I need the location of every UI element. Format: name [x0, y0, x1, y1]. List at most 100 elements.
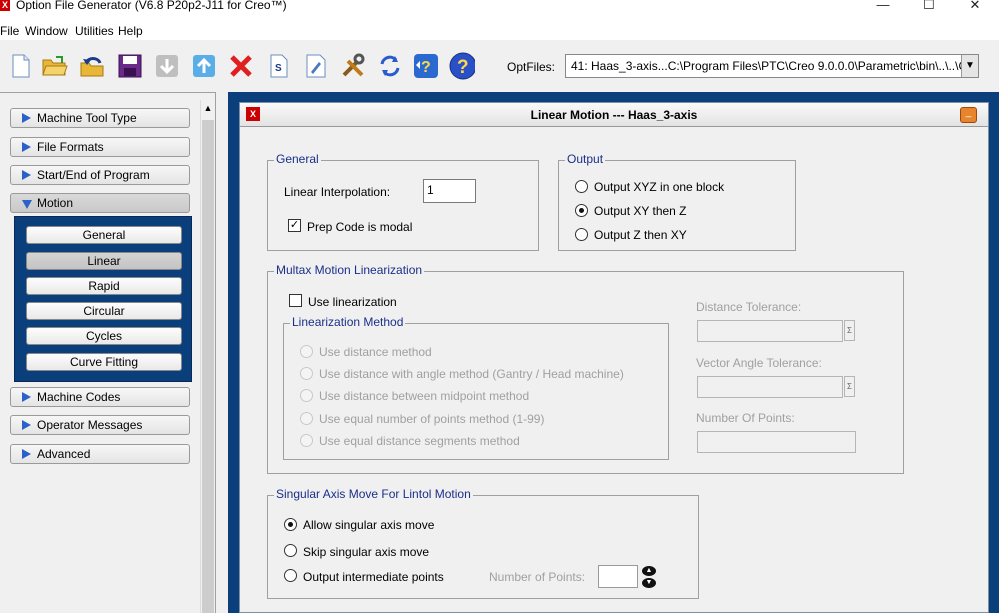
singular-number-of-points-input[interactable]: [598, 565, 638, 588]
vector-angle-tolerance-input[interactable]: [697, 376, 843, 398]
menu-window[interactable]: Window: [25, 24, 68, 38]
motion-submenu: General Linear Rapid Circular Cycles Cur…: [14, 216, 192, 382]
nav-file-formats[interactable]: File Formats: [10, 137, 190, 157]
multax-group-title: Multax Motion Linearization: [274, 263, 425, 277]
output-xy-then-z-label: Output XY then Z: [594, 204, 687, 218]
save-icon[interactable]: [117, 53, 143, 79]
download-icon[interactable]: [154, 53, 180, 79]
submenu-general[interactable]: General: [26, 226, 182, 244]
submenu-rapid[interactable]: Rapid: [26, 277, 182, 295]
method-distance-angle-label: Use distance with angle method (Gantry /…: [319, 367, 624, 381]
output-intermediate-radio[interactable]: [284, 569, 297, 582]
tools-icon[interactable]: [340, 53, 366, 79]
singular-number-of-points-label: Number of Points:: [489, 570, 586, 584]
linearization-method-title: Linearization Method: [290, 315, 406, 329]
submenu-linear[interactable]: Linear: [26, 252, 182, 270]
expand-arrow-icon: [22, 113, 31, 123]
scrollbar-thumb[interactable]: [202, 120, 214, 613]
expand-arrow-icon: [22, 170, 31, 180]
delete-icon[interactable]: [228, 53, 254, 79]
upload-icon[interactable]: [191, 53, 217, 79]
output-xyz-label: Output XYZ in one block: [594, 180, 725, 194]
menu-bar: File Window Utilities Help: [0, 22, 999, 40]
svg-text:S: S: [275, 63, 282, 74]
optfiles-label: OptFiles:: [507, 60, 556, 74]
menu-help[interactable]: Help: [118, 24, 143, 38]
method-distance-radio[interactable]: [300, 345, 313, 358]
scroll-up-icon[interactable]: ▲: [201, 100, 215, 116]
minimize-button[interactable]: —: [860, 0, 906, 14]
nav-label: Start/End of Program: [37, 168, 150, 182]
sigma-icon[interactable]: Σ: [844, 376, 855, 397]
chevron-down-icon[interactable]: ▼: [961, 55, 978, 77]
script-icon[interactable]: S: [266, 53, 292, 79]
spin-up-icon[interactable]: ▲: [642, 566, 656, 576]
expand-arrow-icon: [22, 420, 31, 430]
optfiles-dropdown[interactable]: 41: Haas_3-axis...C:\Program Files\PTC\C…: [565, 54, 979, 78]
nav-label: Advanced: [37, 447, 91, 461]
nav-label: File Formats: [37, 140, 104, 154]
nav-advanced[interactable]: Advanced: [10, 444, 190, 464]
output-intermediate-label: Output intermediate points: [303, 570, 444, 584]
method-distance-label: Use distance method: [319, 345, 432, 359]
nav-label: Operator Messages: [37, 418, 143, 432]
spin-down-icon[interactable]: ▼: [642, 578, 656, 588]
submenu-curve-fitting[interactable]: Curve Fitting: [26, 353, 182, 371]
nav-label: Machine Codes: [37, 390, 121, 404]
use-linearization-checkbox[interactable]: [289, 294, 302, 307]
distance-tolerance-input[interactable]: [697, 320, 843, 342]
title-bar: X Option File Generator (V6.8 P20p2-J11 …: [0, 0, 999, 22]
nav-operator-messages[interactable]: Operator Messages: [10, 415, 190, 435]
close-button[interactable]: ✕: [952, 0, 998, 14]
output-xy-then-z-radio[interactable]: [575, 204, 588, 217]
window-title: Option File Generator (V6.8 P20p2-J11 fo…: [16, 0, 287, 12]
edit-icon[interactable]: [303, 53, 329, 79]
help-icon[interactable]: ?: [449, 52, 475, 80]
general-group-title: General: [274, 152, 321, 166]
allow-singular-radio[interactable]: [284, 518, 297, 531]
method-midpoint-radio[interactable]: [300, 389, 313, 402]
method-distance-angle-radio[interactable]: [300, 367, 313, 380]
nav-start-end-program[interactable]: Start/End of Program: [10, 165, 190, 185]
number-of-points-label: Number Of Points:: [696, 411, 795, 425]
submenu-circular[interactable]: Circular: [26, 302, 182, 320]
output-z-then-xy-radio[interactable]: [575, 228, 588, 241]
refresh-icon[interactable]: [377, 53, 403, 79]
left-scrollbar[interactable]: ▲: [200, 100, 215, 613]
open-folder-icon[interactable]: [42, 53, 68, 79]
minimize-panel-button[interactable]: _: [960, 107, 977, 123]
panel-header: X Linear Motion --- Haas_3-axis _: [240, 103, 988, 127]
collapse-arrow-icon: [22, 200, 32, 209]
output-group-title: Output: [565, 152, 606, 166]
nav-label: Machine Tool Type: [37, 111, 137, 125]
number-of-points-input[interactable]: [697, 431, 856, 453]
app-icon: X: [0, 0, 10, 11]
linear-interpolation-label: Linear Interpolation:: [284, 185, 391, 199]
method-equal-segments-radio[interactable]: [300, 434, 313, 447]
allow-singular-label: Allow singular axis move: [303, 518, 435, 532]
undo-icon[interactable]: [80, 53, 106, 79]
method-equal-points-label: Use equal number of points method (1-99): [319, 412, 545, 426]
prep-code-label: Prep Code is modal: [307, 220, 413, 234]
prep-code-checkbox[interactable]: ✓: [288, 219, 301, 232]
menu-file[interactable]: File: [0, 24, 19, 38]
nav-motion[interactable]: Motion: [10, 193, 190, 213]
optfiles-value: 41: Haas_3-axis...C:\Program Files\PTC\C…: [571, 59, 978, 73]
nav-machine-tool-type[interactable]: Machine Tool Type: [10, 108, 190, 128]
menu-utilities[interactable]: Utilities: [75, 24, 114, 38]
nav-machine-codes[interactable]: Machine Codes: [10, 387, 190, 407]
help-context-icon[interactable]: ?: [413, 53, 439, 79]
method-equal-points-radio[interactable]: [300, 412, 313, 425]
skip-singular-radio[interactable]: [284, 544, 297, 557]
maximize-button[interactable]: ☐: [906, 0, 952, 14]
sigma-icon[interactable]: Σ: [844, 320, 855, 341]
new-file-icon[interactable]: [8, 53, 34, 79]
linear-interpolation-input[interactable]: 1: [423, 179, 476, 203]
submenu-cycles[interactable]: Cycles: [26, 327, 182, 345]
panel-title: Linear Motion --- Haas_3-axis: [530, 108, 698, 122]
svg-text:?: ?: [421, 59, 431, 76]
singular-axis-group: Singular Axis Move For Lintol Motion All…: [267, 487, 699, 599]
output-xyz-radio[interactable]: [575, 180, 588, 193]
expand-arrow-icon: [22, 392, 31, 402]
vector-angle-tolerance-label: Vector Angle Tolerance:: [696, 356, 822, 370]
